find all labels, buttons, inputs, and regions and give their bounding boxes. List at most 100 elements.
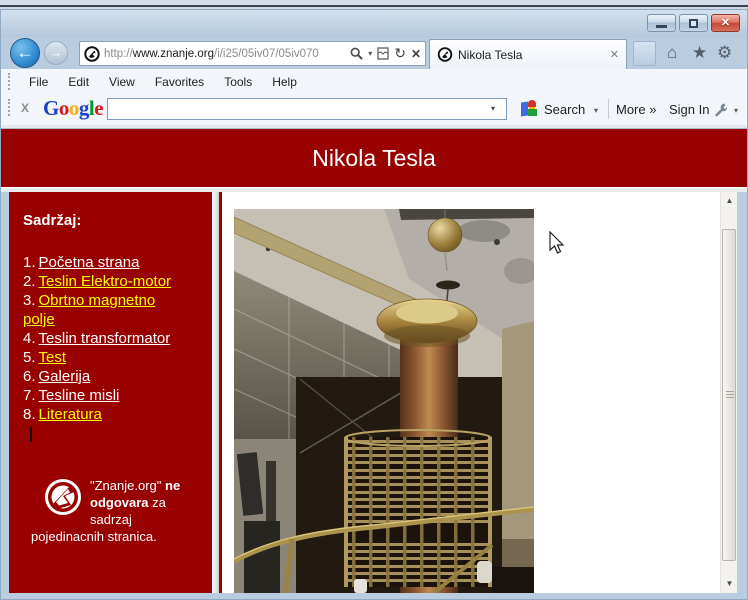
search-button[interactable]: Search <box>544 102 585 117</box>
menu-bar: File Edit View Favorites Tools Help <box>1 69 747 94</box>
browser-window: ✕ ← → http://www.znanje.org/i/i25/05iv07… <box>0 9 748 600</box>
mouse-cursor <box>549 231 565 255</box>
desktop-strip <box>0 0 748 7</box>
sidebar-item: 4.Teslin transformator <box>23 329 185 348</box>
logo-letter: g <box>79 96 89 120</box>
tools-gear-icon[interactable]: ⚙ <box>717 42 732 64</box>
scrollbar-thumb[interactable] <box>722 229 736 561</box>
search-icon[interactable] <box>350 47 363 60</box>
item-number: 1. <box>23 254 36 271</box>
menu-file[interactable]: File <box>29 75 48 89</box>
screen: ✕ ← → http://www.znanje.org/i/i25/05iv07… <box>0 0 748 600</box>
sidebar-item: 8.Literatura <box>23 405 185 424</box>
sidebar-heading: Sadržaj: <box>23 212 204 229</box>
address-bar[interactable]: http://www.znanje.org/i/i25/05iv07/05iv0… <box>79 41 426 66</box>
title-bar[interactable]: ✕ <box>1 10 747 37</box>
logo-letter: e <box>94 96 103 120</box>
address-dropdown-icon[interactable]: ▾ <box>368 49 372 58</box>
item-number: 5. <box>23 349 36 366</box>
menu-view[interactable]: View <box>109 75 135 89</box>
scrollbar-grip <box>726 391 734 399</box>
menu-favorites[interactable]: Favorites <box>155 75 204 89</box>
tab-favicon-icon <box>437 47 453 62</box>
menu-gripper[interactable] <box>8 73 10 90</box>
logo-letter: G <box>43 96 59 120</box>
sidebar-item: 6.Galerija <box>23 367 185 386</box>
wrench-icon[interactable] <box>712 101 729 118</box>
sidebar-list: 1.Početna strana 2.Teslin Elektro-motor … <box>23 253 185 424</box>
url-protocol: http:// <box>104 48 133 60</box>
search-history-dropdown-icon[interactable]: ▾ <box>491 104 495 113</box>
new-tab-button[interactable] <box>633 41 656 66</box>
url-text: http://www.znanje.org/i/i25/05iv07/05iv0… <box>104 48 330 60</box>
sidebar: Sadržaj: 1.Početna strana 2.Teslin Elekt… <box>9 192 212 593</box>
refresh-icon[interactable]: ↻ <box>394 45 406 62</box>
menu-tools[interactable]: Tools <box>224 75 252 89</box>
sidebar-link-pocetna-strana[interactable]: Početna strana <box>39 254 140 271</box>
tab-nikola-tesla[interactable]: Nikola Tesla ✕ <box>429 39 627 69</box>
scroll-up-icon[interactable]: ▲ <box>721 193 737 209</box>
sidebar-link-tesline-misli[interactable]: Tesline misli <box>39 387 120 404</box>
item-number: 8. <box>23 406 36 423</box>
sidebar-item: 5.Test <box>23 348 185 367</box>
navigation-bar: ← → http://www.znanje.org/i/i25/05iv07/0… <box>1 37 747 69</box>
disclaimer-lead: "Znanje.org" <box>90 478 165 493</box>
item-number: 2. <box>23 273 36 290</box>
stop-icon[interactable]: ✕ <box>411 47 421 61</box>
sign-in-button[interactable]: Sign In <box>669 102 709 117</box>
google-logo[interactable]: Google <box>43 96 103 121</box>
menu-help[interactable]: Help <box>272 75 297 89</box>
page-title: Nikola Tesla <box>1 129 747 187</box>
minimize-button[interactable] <box>647 14 676 32</box>
menu-edit[interactable]: Edit <box>68 75 89 89</box>
google-toolbar: X Google ▾ Search ▾ More » Sign In ▾ <box>1 94 747 125</box>
sidebar-link-teslin-elektro-motor[interactable]: Teslin Elektro-motor <box>39 273 172 290</box>
google-search-input[interactable] <box>107 98 507 120</box>
address-bar-icons: ▾ ↻ ✕ <box>350 45 421 62</box>
vertical-scrollbar[interactable]: ▲ ▼ <box>720 192 737 593</box>
restore-icon <box>689 19 698 28</box>
url-path: /i/i25/05iv07/05iv070 <box>214 48 319 60</box>
tab-close-icon[interactable]: ✕ <box>610 48 619 61</box>
close-icon: ✕ <box>721 18 730 29</box>
restore-button[interactable] <box>679 14 708 32</box>
back-button[interactable]: ← <box>10 38 40 68</box>
forward-button[interactable]: → <box>44 41 68 65</box>
sidebar-item: 1.Početna strana <box>23 253 185 272</box>
favorites-star-icon[interactable]: ★ <box>692 42 707 64</box>
tesla-coil-photo <box>234 209 534 593</box>
item-number: 6. <box>23 368 36 385</box>
item-number: 7. <box>23 387 36 404</box>
more-button[interactable]: More » <box>616 102 656 117</box>
search-options-dropdown-icon[interactable]: ▾ <box>594 106 598 115</box>
toolbar-gripper[interactable] <box>8 99 10 116</box>
znanje-logo-icon <box>43 477 83 517</box>
sidebar-link-test[interactable]: Test <box>39 349 67 366</box>
wrench-dropdown-icon[interactable]: ▾ <box>734 106 738 115</box>
sidebar-item: 2.Teslin Elektro-motor <box>23 272 185 291</box>
url-domain: www.znanje.org <box>133 48 214 60</box>
disclaimer: "Znanje.org" ne odgovara za sadrzaj poje… <box>23 477 204 545</box>
sidebar-link-galerija[interactable]: Galerija <box>39 368 91 385</box>
window-controls: ✕ <box>647 14 740 32</box>
minimize-icon <box>656 25 667 28</box>
toolbar-separator <box>608 99 609 119</box>
logo-letter: o <box>69 96 79 120</box>
frame-divider[interactable] <box>212 192 219 593</box>
content-frame: ▲ ▼ <box>219 192 737 593</box>
tab-title: Nikola Tesla <box>458 48 610 62</box>
google-search-icon <box>521 100 537 116</box>
scroll-down-icon[interactable]: ▼ <box>721 576 737 592</box>
sidebar-link-teslin-transformator[interactable]: Teslin transformator <box>39 330 171 347</box>
sidebar-link-obrtno-magnetno-polje[interactable]: Obrtno magnetno polje <box>23 292 155 328</box>
sidebar-link-literatura[interactable]: Literatura <box>39 406 102 423</box>
sidebar-item: 7.Tesline misli <box>23 386 185 405</box>
compatibility-view-icon[interactable] <box>377 47 389 60</box>
home-icon[interactable]: ⌂ <box>667 42 677 64</box>
logo-letter: o <box>59 96 69 120</box>
sidebar-item: 3.Obrtno magnetno polje <box>23 291 185 329</box>
site-favicon-icon <box>84 46 100 62</box>
item-number: 3. <box>23 292 36 309</box>
toolbar-close-icon[interactable]: X <box>21 101 29 115</box>
close-button[interactable]: ✕ <box>711 14 740 32</box>
